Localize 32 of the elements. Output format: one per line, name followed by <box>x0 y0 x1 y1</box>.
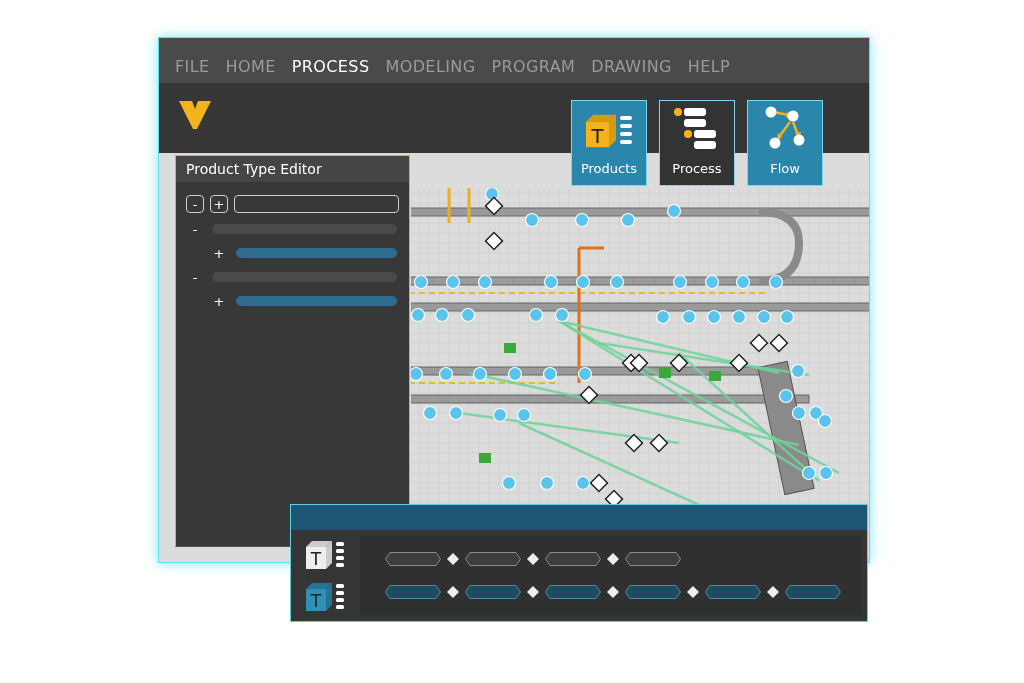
diamond-icon <box>607 586 619 598</box>
input-field[interactable] <box>234 195 399 213</box>
flow-graph-icon <box>765 105 805 150</box>
sequence-step[interactable] <box>545 552 601 566</box>
sequence-step[interactable] <box>625 585 681 599</box>
diamond-icon <box>447 586 459 598</box>
sequence-step[interactable] <box>625 552 681 566</box>
panel-title: Product Type Editor <box>186 159 322 179</box>
diamond-icon <box>607 553 619 565</box>
tree-toggle[interactable]: - <box>188 270 202 284</box>
products-button[interactable]: T Products <box>571 100 647 186</box>
tree-toolbar-button[interactable]: - <box>186 195 204 213</box>
process-button[interactable]: Process <box>659 100 735 186</box>
diamond-icon <box>527 586 539 598</box>
diamond-icon <box>687 586 699 598</box>
tree-toggle[interactable]: + <box>212 246 226 260</box>
logo-icon <box>179 101 211 129</box>
diamond-icon <box>767 586 779 598</box>
tree-toolbar-button[interactable]: + <box>210 195 228 213</box>
sequence-step[interactable] <box>705 585 761 599</box>
sequence-step[interactable] <box>465 552 521 566</box>
diamond-icon <box>447 553 459 565</box>
sequence-step[interactable] <box>465 585 521 599</box>
tree-toggle[interactable]: + <box>212 294 226 308</box>
flow-button[interactable]: Flow <box>747 100 823 186</box>
sequence-step[interactable] <box>385 585 441 599</box>
diamond-icon <box>527 553 539 565</box>
sequence-step[interactable] <box>785 585 841 599</box>
sequence-step[interactable] <box>385 552 441 566</box>
tree-toggle[interactable]: - <box>188 222 202 236</box>
sequence-step[interactable] <box>545 585 601 599</box>
menu-tab[interactable]: PROCESS <box>291 55 370 79</box>
